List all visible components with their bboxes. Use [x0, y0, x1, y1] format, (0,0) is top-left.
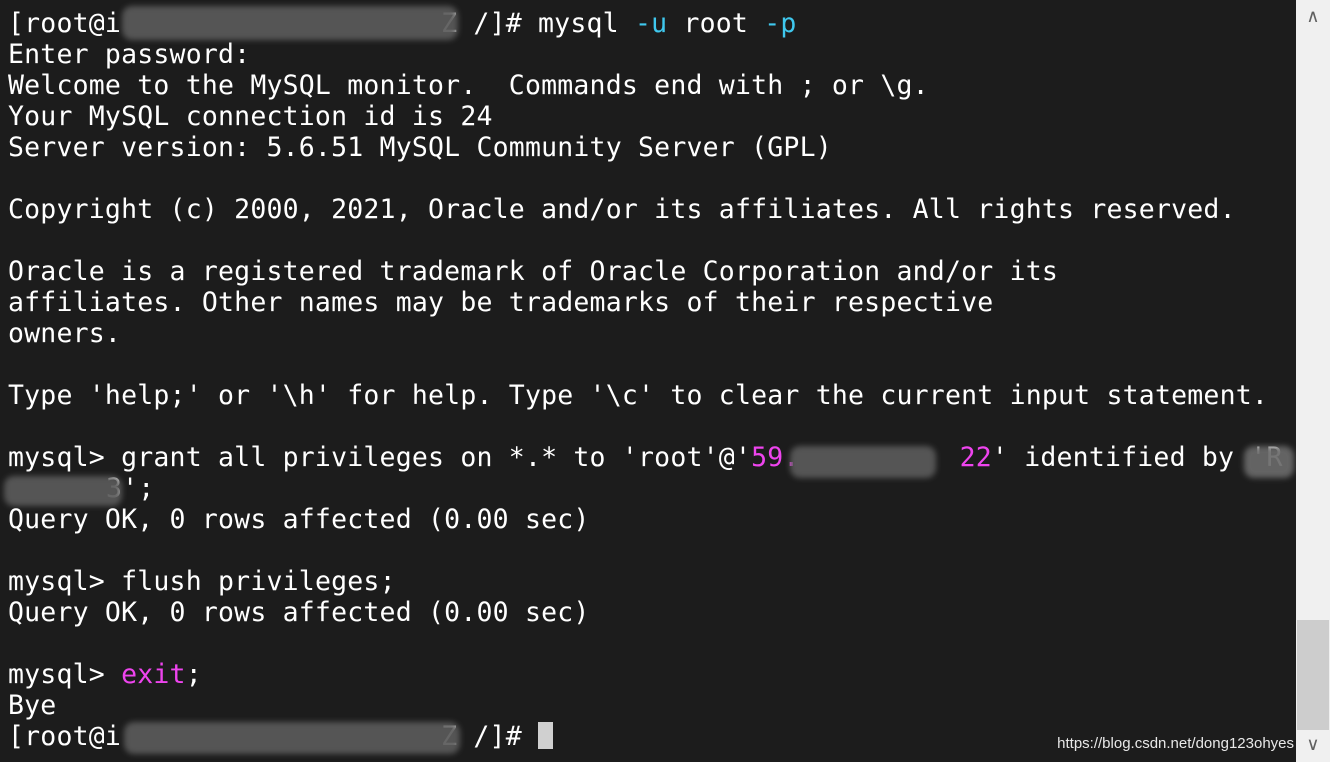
ip-end: 2	[959, 442, 976, 473]
output-line: Type 'help;' or '\h' for help. Type '\c'…	[8, 380, 1269, 411]
redaction-blur	[1244, 446, 1294, 478]
output-line: Oracle is a registered trademark of Orac…	[8, 256, 1059, 287]
command-mysql: mysql	[538, 8, 619, 39]
prompt-start: [root@i	[8, 8, 122, 39]
flag-p: -p	[764, 8, 797, 39]
vertical-scrollbar[interactable]: ∧ ∨	[1296, 0, 1330, 762]
grant-command-line: mysql> grant all privileges on *.* to 'r…	[8, 442, 1283, 473]
output-line: owners.	[8, 318, 122, 349]
flush-command-line: mysql> flush privileges;	[8, 566, 396, 597]
prompt-start: [root@i	[8, 721, 122, 752]
scroll-up-icon[interactable]: ∧	[1296, 0, 1330, 34]
output-line: Copyright (c) 2000, 2021, Oracle and/or …	[8, 194, 1236, 225]
scroll-thumb[interactable]	[1297, 620, 1329, 730]
watermark: https://blog.csdn.net/dong123ohyes	[1057, 735, 1294, 752]
redaction-blur	[790, 446, 936, 478]
user-arg: root	[683, 8, 749, 39]
bye-output: Bye	[8, 690, 57, 721]
query-result: Query OK, 0 rows affected (0.00 sec)	[8, 504, 590, 535]
flush-command: flush privileges;	[121, 566, 396, 597]
mysql-prompt: mysql>	[8, 566, 122, 597]
output-line: Enter password:	[8, 39, 251, 70]
exit-command-line: mysql> exit;	[8, 659, 202, 690]
flag-u: -u	[634, 8, 668, 39]
redaction-blur	[4, 476, 122, 506]
grant-prefix: mysql> grant all privileges on *.* to 'r…	[8, 442, 752, 473]
output-line: Server version: 5.6.51 MySQL Community S…	[8, 132, 832, 163]
text-cursor	[538, 722, 554, 749]
mysql-prompt: mysql>	[8, 659, 122, 690]
terminal-window[interactable]: [root@i Z /]# mysql -u root -p Enter pass…	[0, 0, 1296, 762]
ip-end-tail: 2	[975, 442, 992, 473]
query-result: Query OK, 0 rows affected (0.00 sec)	[8, 597, 590, 628]
exit-semicolon: ;	[185, 659, 202, 690]
output-line: affiliates. Other names may be trademark…	[8, 287, 994, 318]
output-line: Welcome to the MySQL monitor. Commands e…	[8, 70, 929, 101]
redaction-blur	[122, 6, 458, 40]
grant-middle: ' identified by 'R	[991, 442, 1283, 473]
redaction-blur	[124, 722, 460, 754]
output-line: Your MySQL connection id is 24	[8, 101, 493, 132]
exit-command: exit	[121, 659, 186, 690]
scroll-down-icon[interactable]: ∨	[1296, 728, 1330, 762]
